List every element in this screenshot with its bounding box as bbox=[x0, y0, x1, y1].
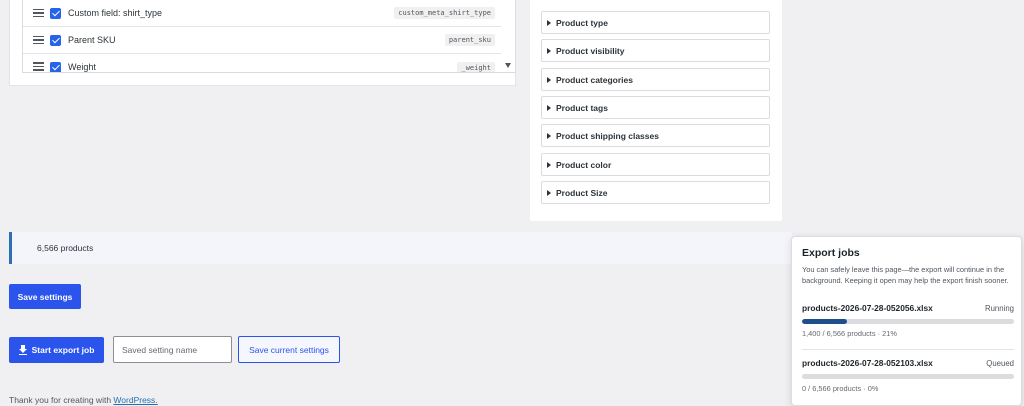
job-file-name: products-2026-07-28-052056.xlsx bbox=[802, 303, 933, 313]
field-row[interactable]: Weight _weight bbox=[23, 54, 501, 72]
drag-handle-icon[interactable] bbox=[33, 62, 44, 71]
footer-text: Thank you for creating with bbox=[9, 395, 114, 405]
disclosure-triangle-icon bbox=[547, 76, 551, 83]
product-count-notice: 6,566 products bbox=[9, 232, 792, 264]
filter-label: Product shipping classes bbox=[556, 130, 659, 141]
filter-product-type[interactable]: Product type bbox=[541, 11, 770, 34]
export-jobs-panel: Export jobs You can safely leave this pa… bbox=[791, 236, 1022, 406]
footer-credit: Thank you for creating with WordPress. bbox=[9, 395, 158, 405]
field-label: Weight bbox=[68, 62, 96, 72]
job-progress-text: 1,400 / 6,566 products · 21% bbox=[802, 329, 897, 338]
field-key: _weight bbox=[457, 62, 495, 72]
filter-product-color[interactable]: Product color bbox=[541, 153, 770, 176]
filter-label: Product visibility bbox=[556, 45, 625, 56]
filter-product-tags[interactable]: Product tags bbox=[541, 96, 770, 119]
product-count: 6,566 products bbox=[37, 243, 94, 253]
export-job-item: products-2026-07-28-052103.xlsx Queued 0… bbox=[802, 358, 1014, 393]
saved-setting-name-input[interactable] bbox=[113, 336, 232, 363]
filter-label: Product tags bbox=[556, 102, 608, 113]
filter-label: Product type bbox=[556, 17, 608, 28]
filter-product-shipping-classes[interactable]: Product shipping classes bbox=[541, 124, 770, 147]
field-row[interactable]: Custom field: shirt_type custom_meta_shi… bbox=[23, 0, 501, 27]
start-export-job-button[interactable]: Start export job bbox=[9, 337, 104, 363]
export-job-item: products-2026-07-28-052056.xlsx Running … bbox=[802, 303, 1014, 338]
download-icon bbox=[18, 344, 27, 356]
field-checkbox[interactable] bbox=[50, 7, 61, 19]
disclosure-triangle-icon bbox=[547, 161, 551, 168]
job-file-name: products-2026-07-28-052103.xlsx bbox=[802, 358, 933, 368]
job-divider bbox=[802, 349, 1014, 350]
filter-product-visibility[interactable]: Product visibility bbox=[541, 39, 770, 62]
filter-label: Product color bbox=[556, 159, 612, 170]
export-jobs-title: Export jobs bbox=[802, 247, 860, 259]
filter-product-size[interactable]: Product Size bbox=[541, 181, 770, 204]
disclosure-triangle-icon bbox=[547, 189, 551, 196]
field-checkbox[interactable] bbox=[50, 34, 61, 46]
field-checkbox[interactable] bbox=[50, 62, 61, 72]
disclosure-triangle-icon bbox=[547, 47, 551, 54]
export-jobs-description: You can safely leave this page—the expor… bbox=[802, 265, 1009, 285]
filter-label: Product categories bbox=[556, 74, 633, 85]
filter-label: Product Size bbox=[556, 187, 608, 198]
save-settings-button[interactable]: Save settings bbox=[9, 284, 81, 309]
disclosure-triangle-icon bbox=[547, 19, 551, 26]
start-export-label: Start export job bbox=[31, 345, 95, 355]
job-progress-bar bbox=[802, 374, 1014, 379]
fields-list[interactable]: Custom field: shirt_type custom_meta_shi… bbox=[22, 0, 516, 73]
job-progress-text: 0 / 6,566 products · 0% bbox=[802, 384, 879, 393]
job-progress-fill bbox=[802, 319, 847, 324]
job-progress-bar bbox=[802, 319, 1014, 324]
wordpress-link[interactable]: WordPress. bbox=[113, 395, 157, 405]
filter-product-categories[interactable]: Product categories bbox=[541, 68, 770, 91]
filters-panel: Product type Product visibility Product … bbox=[530, 0, 782, 221]
job-status: Running bbox=[984, 303, 1014, 313]
field-key: parent_sku bbox=[444, 34, 495, 46]
save-current-settings-button[interactable]: Save current settings bbox=[238, 336, 340, 363]
export-fields-panel: Custom field: shirt_type custom_meta_shi… bbox=[9, 0, 516, 86]
scroll-down-icon[interactable] bbox=[505, 63, 511, 68]
field-label: Parent SKU bbox=[68, 35, 116, 45]
field-key: custom_meta_shirt_type bbox=[394, 7, 495, 19]
drag-handle-icon[interactable] bbox=[33, 8, 44, 18]
disclosure-triangle-icon bbox=[547, 104, 551, 111]
field-row[interactable]: Parent SKU parent_sku bbox=[23, 27, 501, 54]
job-status: Queued bbox=[986, 358, 1014, 368]
drag-handle-icon[interactable] bbox=[33, 35, 44, 45]
field-label: Custom field: shirt_type bbox=[68, 8, 163, 18]
disclosure-triangle-icon bbox=[547, 132, 551, 139]
